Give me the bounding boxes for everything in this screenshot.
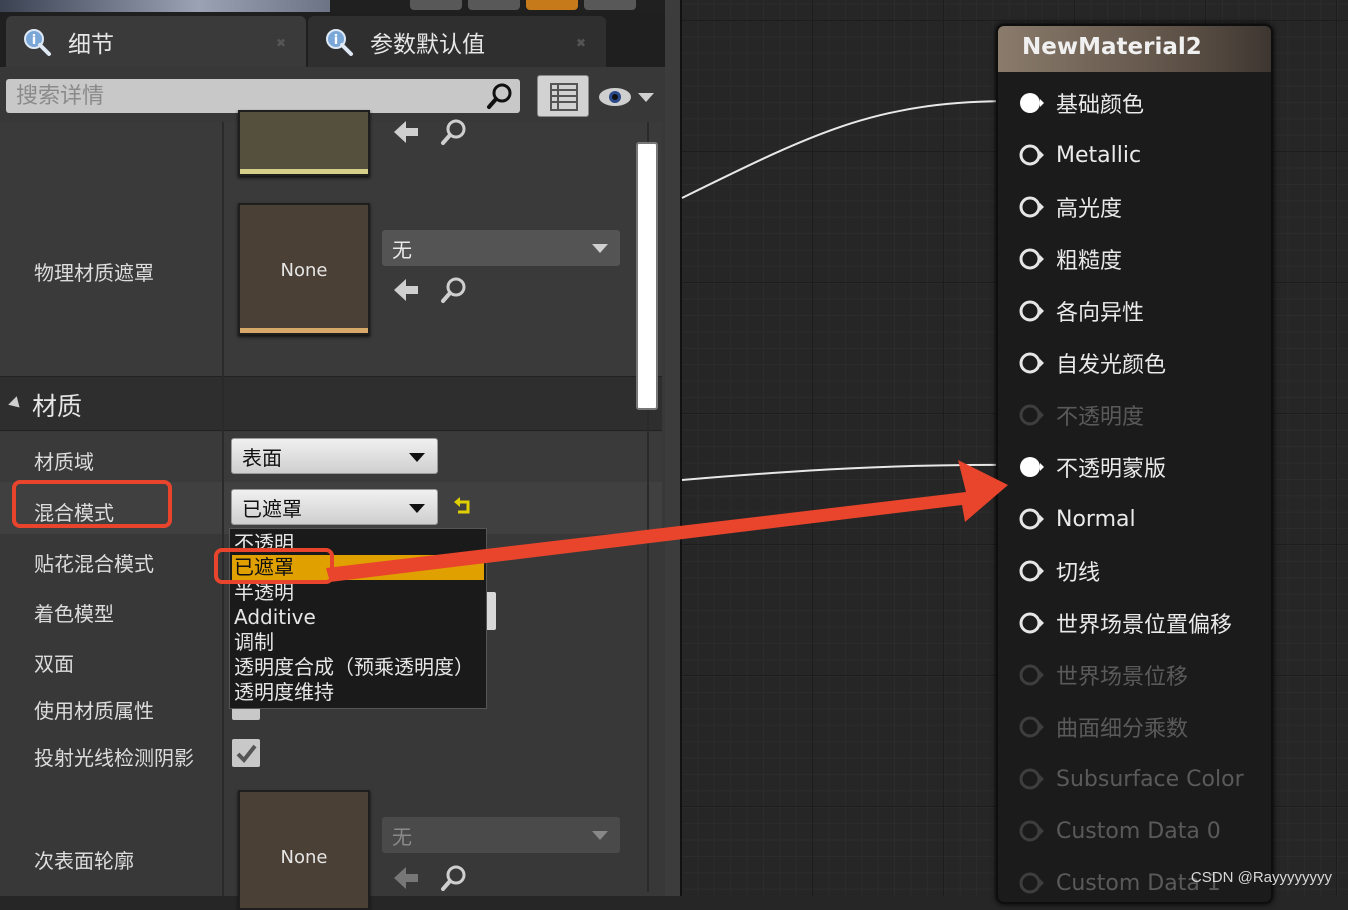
arrow-shape: [326, 460, 1008, 582]
annotation-arrow: [326, 460, 1008, 582]
watermark: CSDN @Rayyyyyyyy: [1190, 869, 1332, 886]
